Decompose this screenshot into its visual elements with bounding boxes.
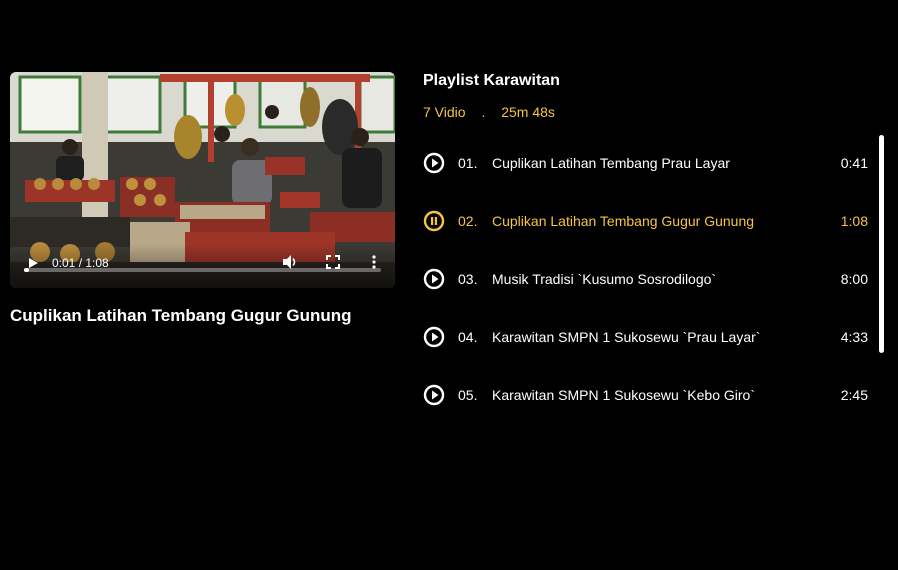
item-title: Cuplikan Latihan Tembang Gugur Gunung [492, 213, 755, 229]
play-circle-icon[interactable] [423, 152, 445, 174]
progress-bar[interactable] [24, 268, 381, 272]
total-duration: 25m 48s [501, 104, 555, 120]
progress-fill [24, 268, 30, 272]
play-circle-icon[interactable] [423, 384, 445, 406]
play-circle-icon[interactable] [423, 326, 445, 348]
item-title: Karawitan SMPN 1 Sukosewu `Kebo Giro` [492, 387, 755, 403]
video-controls: 0:01 / 1:08 [10, 244, 395, 288]
playlist-item[interactable]: 04. Karawitan SMPN 1 Sukosewu `Prau Layar… [423, 308, 868, 366]
item-title: Musik Tradisi `Kusumo Sosrodilogo` [492, 271, 717, 287]
pause-circle-icon[interactable] [423, 210, 445, 232]
playlist-list: 01. Cuplikan Latihan Tembang Prau Layar 0:… [423, 134, 868, 424]
video-count: 7 Vidio [423, 104, 466, 120]
item-number: 03. [458, 271, 478, 287]
item-duration: 1:08 [840, 213, 868, 229]
item-title: Karawitan SMPN 1 Sukosewu `Prau Layar` [492, 329, 761, 345]
playlist-item[interactable]: 01. Cuplikan Latihan Tembang Prau Layar 0:… [423, 134, 868, 192]
playlist-item[interactable]: 03. Musik Tradisi `Kusumo Sosrodilogo` 8:0… [423, 250, 868, 308]
item-duration: 0:41 [840, 155, 868, 171]
item-duration: 8:00 [840, 271, 868, 287]
now-playing-title: Cuplikan Latihan Tembang Gugur Gunung [10, 306, 352, 325]
playlist-meta: 7 Vidio . 25m 48s [423, 104, 567, 120]
playlist-title: Playlist Karawitan [423, 72, 560, 89]
video-player[interactable]: 0:01 / 1:08 [10, 72, 395, 288]
playlist-item[interactable]: 05. Karawitan SMPN 1 Sukosewu `Kebo Giro`… [423, 366, 868, 424]
meta-separator: . [481, 104, 486, 120]
item-number: 02. [458, 213, 478, 229]
item-duration: 2:45 [840, 387, 868, 403]
playlist-scrollbar[interactable] [879, 135, 884, 353]
item-number: 01. [458, 155, 478, 171]
play-circle-icon[interactable] [423, 268, 445, 290]
item-number: 05. [458, 387, 478, 403]
playlist-item[interactable]: 02. Cuplikan Latihan Tembang Gugur Gunung… [423, 192, 868, 250]
item-duration: 4:33 [840, 329, 868, 345]
item-title: Cuplikan Latihan Tembang Prau Layar [492, 155, 730, 171]
item-number: 04. [458, 329, 478, 345]
